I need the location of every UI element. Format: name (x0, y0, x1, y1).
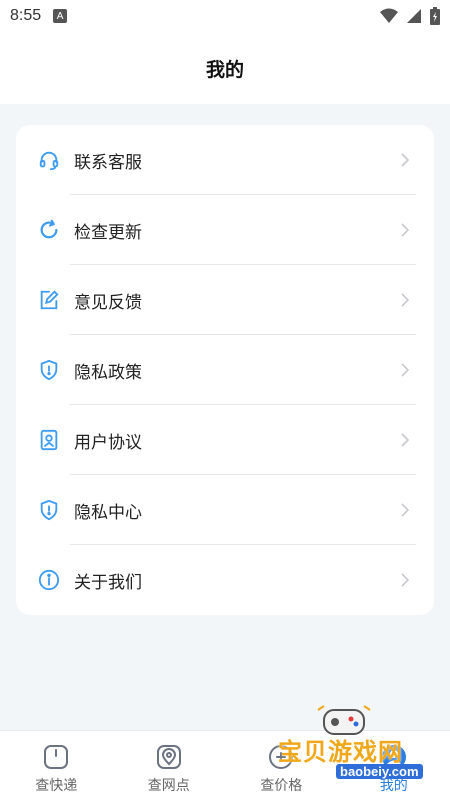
shield-icon (40, 499, 58, 521)
edit-note-icon (40, 290, 59, 310)
chevron-right-icon (401, 153, 410, 167)
menu-item-label: 关于我们 (74, 572, 142, 593)
menu-item-label: 隐私中心 (74, 502, 142, 523)
chevron-right-icon (401, 293, 410, 307)
refresh-icon (40, 219, 58, 239)
menu-item-update[interactable]: 检查更新 (16, 195, 434, 265)
info-icon (38, 569, 60, 591)
menu-item-label: 检查更新 (74, 222, 142, 243)
chevron-right-icon (401, 223, 410, 237)
watermark-title: 宝贝游戏网 (278, 738, 403, 766)
page-title: 我的 (205, 58, 244, 81)
tab-label: 查快递 (35, 778, 78, 794)
status-time: 8:55 (10, 7, 42, 24)
menu-item-label: 意见反馈 (74, 292, 142, 313)
menu-item-feedback[interactable]: 意见反馈 (16, 265, 434, 335)
shield-icon (40, 359, 58, 381)
watermark: 宝贝游戏网 baobeiy.com (258, 702, 448, 792)
tab-express[interactable]: 查快递 (0, 731, 113, 800)
location-pin-icon (156, 745, 181, 769)
menu-item-label: 联系客服 (74, 152, 142, 173)
id-card-icon (40, 429, 58, 451)
chevron-right-icon (401, 363, 410, 377)
menu-item-user-agreement[interactable]: 用户协议 (16, 405, 434, 475)
wifi-icon (380, 8, 398, 23)
signal-icon (407, 9, 421, 23)
headset-icon (39, 151, 59, 171)
watermark-site: baobeiy.com (336, 764, 423, 779)
menu-item-about[interactable]: 关于我们 (16, 545, 434, 615)
settings-menu: 联系客服 检查更新 意见反馈 隐私政策 用户协议 隐私中心 关于我们 (16, 125, 434, 615)
chevron-right-icon (401, 433, 410, 447)
header: 我的 (0, 32, 450, 104)
notification-icon: A (53, 9, 68, 23)
status-bar: 8:55 A (0, 0, 450, 32)
menu-item-privacy-center[interactable]: 隐私中心 (16, 475, 434, 545)
menu-item-label: 隐私政策 (74, 362, 142, 383)
tab-outlet[interactable]: 查网点 (113, 731, 226, 800)
status-icons (380, 7, 440, 25)
battery-icon (430, 7, 440, 25)
menu-item-privacy-policy[interactable]: 隐私政策 (16, 335, 434, 405)
chevron-right-icon (401, 573, 410, 587)
package-icon (44, 745, 69, 769)
chevron-right-icon (401, 503, 410, 517)
menu-item-label: 用户协议 (74, 432, 142, 453)
tab-label: 查网点 (147, 778, 190, 794)
menu-item-contact[interactable]: 联系客服 (16, 125, 434, 195)
